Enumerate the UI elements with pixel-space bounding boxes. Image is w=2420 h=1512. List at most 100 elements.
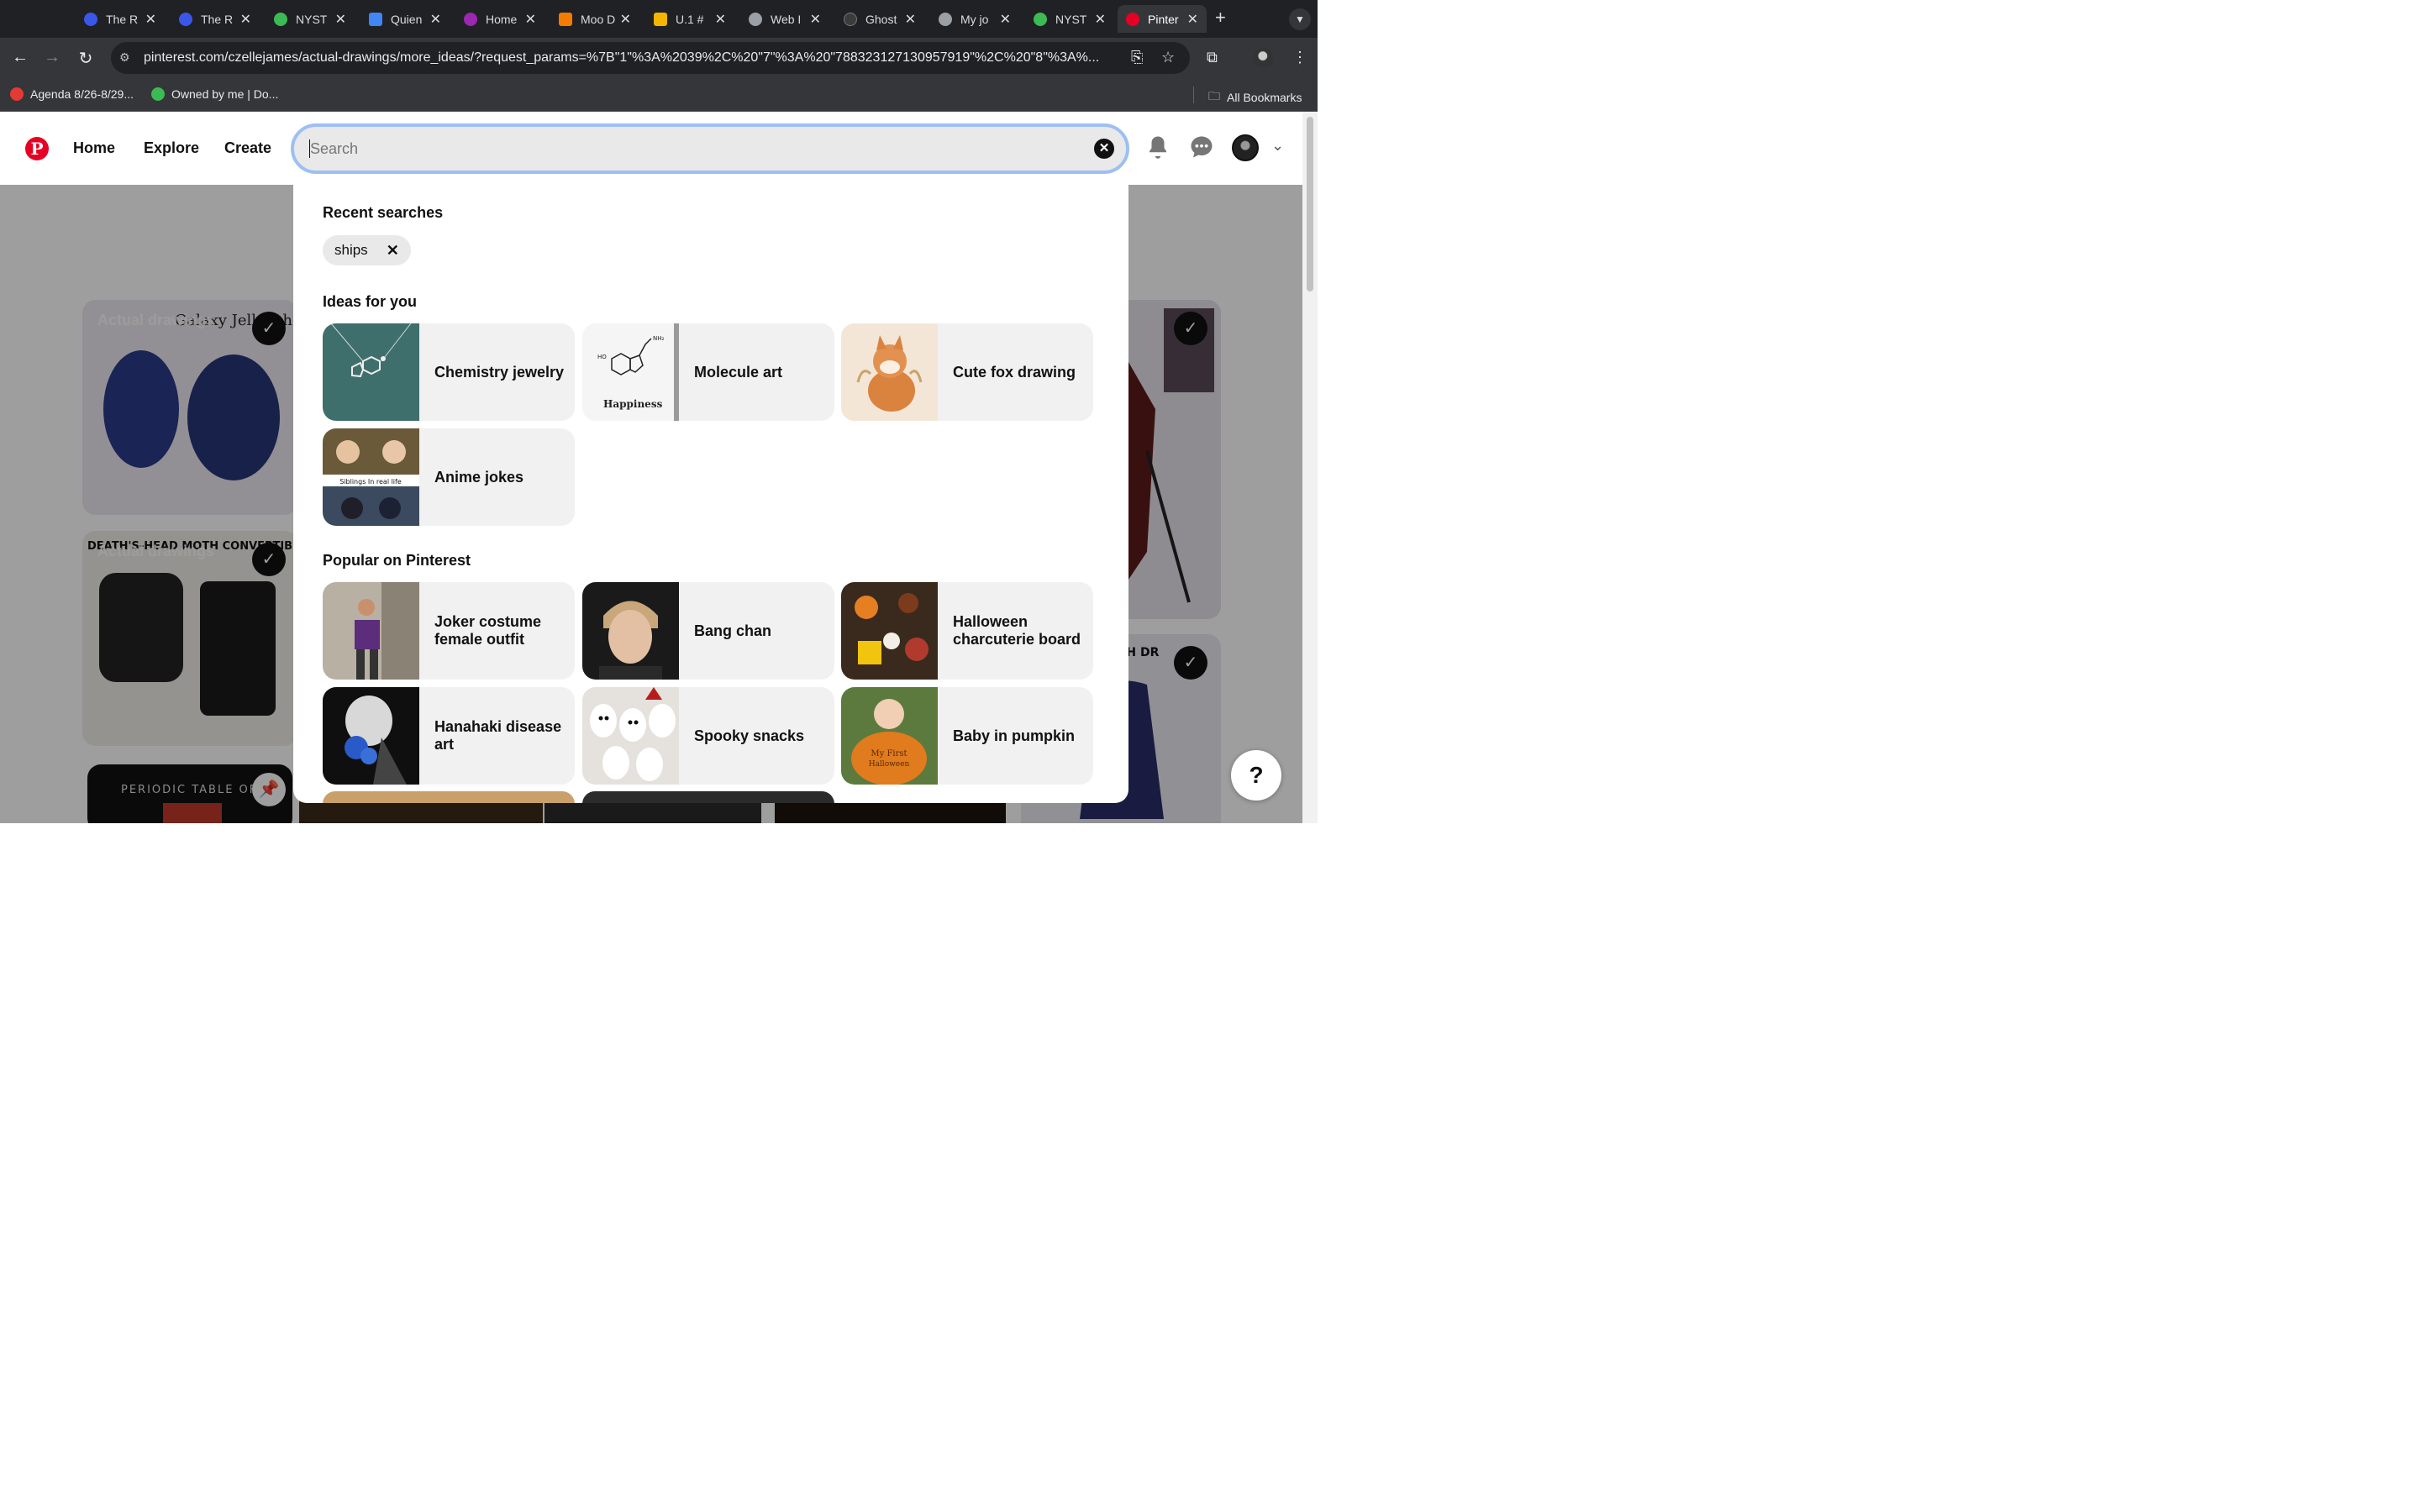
popular-thumbnail [841, 582, 938, 680]
page-scrollbar[interactable] [1302, 112, 1318, 823]
new-tab-icon[interactable]: + [1215, 7, 1226, 29]
clear-search-icon[interactable]: ✕ [1094, 139, 1114, 159]
nav-explore[interactable]: Explore [144, 139, 199, 157]
browser-tab[interactable]: NYST ✕ [266, 5, 355, 33]
popular-label: Spooky snacks [694, 727, 805, 744]
search-input[interactable]: Search ✕ [291, 123, 1129, 174]
search-placeholder: Search [310, 140, 359, 157]
popular-thumbnail: My First Halloween [841, 687, 938, 785]
tab-favicon-icon [1034, 12, 1047, 26]
bookmark-favicon-icon [151, 87, 165, 101]
browser-tab[interactable]: U.1 # ✕ [645, 5, 734, 33]
idea-card-molecule-art[interactable]: NH₂ HO Happiness Molecule art [582, 323, 834, 421]
popular-card-halloween-charcuterie[interactable]: Halloween charcuterie board [841, 582, 1093, 680]
ideas-title: Ideas for you [323, 293, 418, 310]
popular-card-partial[interactable] [582, 791, 834, 803]
tab-close-icon[interactable]: ✕ [715, 11, 726, 28]
browser-tab[interactable]: Ghost ✕ [835, 5, 924, 33]
help-button[interactable]: ? [1231, 750, 1281, 801]
back-icon[interactable]: ← [10, 48, 30, 67]
popular-label: Joker costume female outfit [434, 613, 542, 648]
messages-icon[interactable] [1189, 134, 1214, 160]
idea-card-anime-jokes[interactable]: Siblings In real life Anime jokes [323, 428, 575, 526]
idea-thumbnail [841, 323, 938, 421]
popular-card-baby-in-pumpkin[interactable]: My First Halloween Baby in pumpkin [841, 687, 1093, 785]
tab-title: NYST [1055, 12, 1087, 26]
popular-card-partial[interactable] [323, 791, 575, 803]
tab-search-icon[interactable]: ▼ [1289, 8, 1311, 30]
popular-card-bang-chan[interactable]: Bang chan [582, 582, 834, 680]
popular-card-spooky-snacks[interactable]: Spooky snacks [582, 687, 834, 785]
browser-tab[interactable]: The R ✕ [76, 5, 165, 33]
bookmark-item[interactable]: Agenda 8/26-8/29... [10, 87, 134, 101]
browser-tab[interactable]: Quien ✕ [360, 5, 450, 33]
tab-close-icon[interactable]: ✕ [525, 11, 536, 28]
bookmark-item[interactable]: Owned by me | Do... [151, 87, 278, 101]
bookmark-star-icon[interactable]: ☆ [1161, 49, 1175, 66]
tab-close-icon[interactable]: ✕ [430, 11, 441, 28]
popular-label: Bang chan [694, 622, 772, 639]
tab-close-icon[interactable]: ✕ [810, 11, 821, 28]
address-url[interactable]: pinterest.com/czellejames/actual-drawing… [144, 50, 1123, 66]
tab-favicon-icon [749, 12, 762, 26]
idea-label: Anime jokes [434, 468, 524, 486]
svg-text:Happiness: Happiness [603, 398, 663, 410]
recent-search-chip[interactable]: ships ✕ [323, 235, 411, 265]
idea-thumbnail: NH₂ HO Happiness [582, 323, 679, 421]
idea-thumbnail: Siblings In real life [323, 428, 419, 526]
profile-avatar-icon[interactable] [1254, 48, 1274, 68]
idea-card-chemistry-jewelry[interactable]: Chemistry jewelry [323, 323, 575, 421]
tab-title: Pinter [1148, 12, 1179, 26]
extensions-icon[interactable]: ⧉ [1207, 49, 1218, 66]
tab-close-icon[interactable]: ✕ [145, 11, 156, 28]
nav-home[interactable]: Home [73, 139, 115, 157]
idea-label: Chemistry jewelry [434, 363, 565, 381]
tab-close-icon[interactable]: ✕ [905, 11, 916, 28]
site-info-icon[interactable]: ⚙ [119, 50, 130, 65]
tab-favicon-icon [559, 12, 572, 26]
tab-close-icon[interactable]: ✕ [335, 11, 346, 28]
bookmarks-bar: Agenda 8/26-8/29... Owned by me | Do... … [0, 78, 1318, 112]
notifications-bell-icon[interactable] [1145, 134, 1171, 160]
browser-tab[interactable]: The R ✕ [171, 5, 260, 33]
remove-recent-search-icon[interactable]: ✕ [387, 242, 399, 260]
install-app-icon[interactable]: ⎘ [1131, 49, 1143, 66]
idea-card-cute-fox-drawing[interactable]: Cute fox drawing [841, 323, 1093, 421]
tab-close-icon[interactable]: ✕ [1000, 11, 1011, 28]
browser-menu-icon[interactable]: ⋮ [1292, 49, 1307, 66]
chevron-down-icon[interactable]: ⌄ [1271, 137, 1284, 155]
tab-close-icon[interactable]: ✕ [240, 11, 251, 28]
browser-tab[interactable]: My jo ✕ [930, 5, 1019, 33]
popular-label: Baby in pumpkin [953, 727, 1076, 744]
bookmark-label: Owned by me | Do... [171, 87, 279, 101]
forward-icon[interactable]: → [42, 48, 62, 67]
bookmarks-divider [1193, 87, 1194, 103]
all-bookmarks-label: All Bookmarks [1227, 91, 1302, 104]
tab-close-icon[interactable]: ✕ [1095, 11, 1106, 28]
browser-tab[interactable]: Home ✕ [455, 5, 544, 33]
browser-tab[interactable]: Moo D ✕ [550, 5, 639, 33]
address-bar[interactable]: ⚙ pinterest.com/czellejames/actual-drawi… [111, 42, 1190, 74]
popular-card-hanahaki-art[interactable]: Hanahaki disease art [323, 687, 575, 785]
browser-tab[interactable]: NYST ✕ [1025, 5, 1114, 33]
idea-thumbnail [323, 323, 419, 421]
nav-create[interactable]: Create [224, 139, 271, 157]
all-bookmarks[interactable]: 🗀 All Bookmarks [1208, 87, 1302, 108]
user-avatar[interactable] [1232, 134, 1259, 161]
svg-text:HO: HO [597, 354, 607, 360]
tab-close-icon[interactable]: ✕ [620, 11, 631, 28]
tab-close-icon[interactable]: ✕ [1187, 11, 1198, 28]
tab-favicon-icon [844, 12, 857, 26]
popular-thumbnail [582, 582, 679, 680]
folder-icon: 🗀 [1208, 89, 1220, 102]
svg-text:NH₂: NH₂ [653, 335, 665, 342]
browser-tab[interactable]: Web I ✕ [740, 5, 829, 33]
tab-favicon-icon [464, 12, 477, 26]
browser-tab-active[interactable]: Pinter ✕ [1118, 5, 1207, 33]
reload-icon[interactable]: ↻ [76, 48, 96, 69]
recent-searches-title: Recent searches [323, 204, 444, 221]
idea-label: Molecule art [694, 363, 783, 381]
scrollbar-thumb[interactable] [1307, 117, 1313, 291]
pinterest-logo-icon[interactable]: P [25, 137, 49, 160]
popular-card-joker-costume[interactable]: Joker costume female outfit [323, 582, 575, 680]
